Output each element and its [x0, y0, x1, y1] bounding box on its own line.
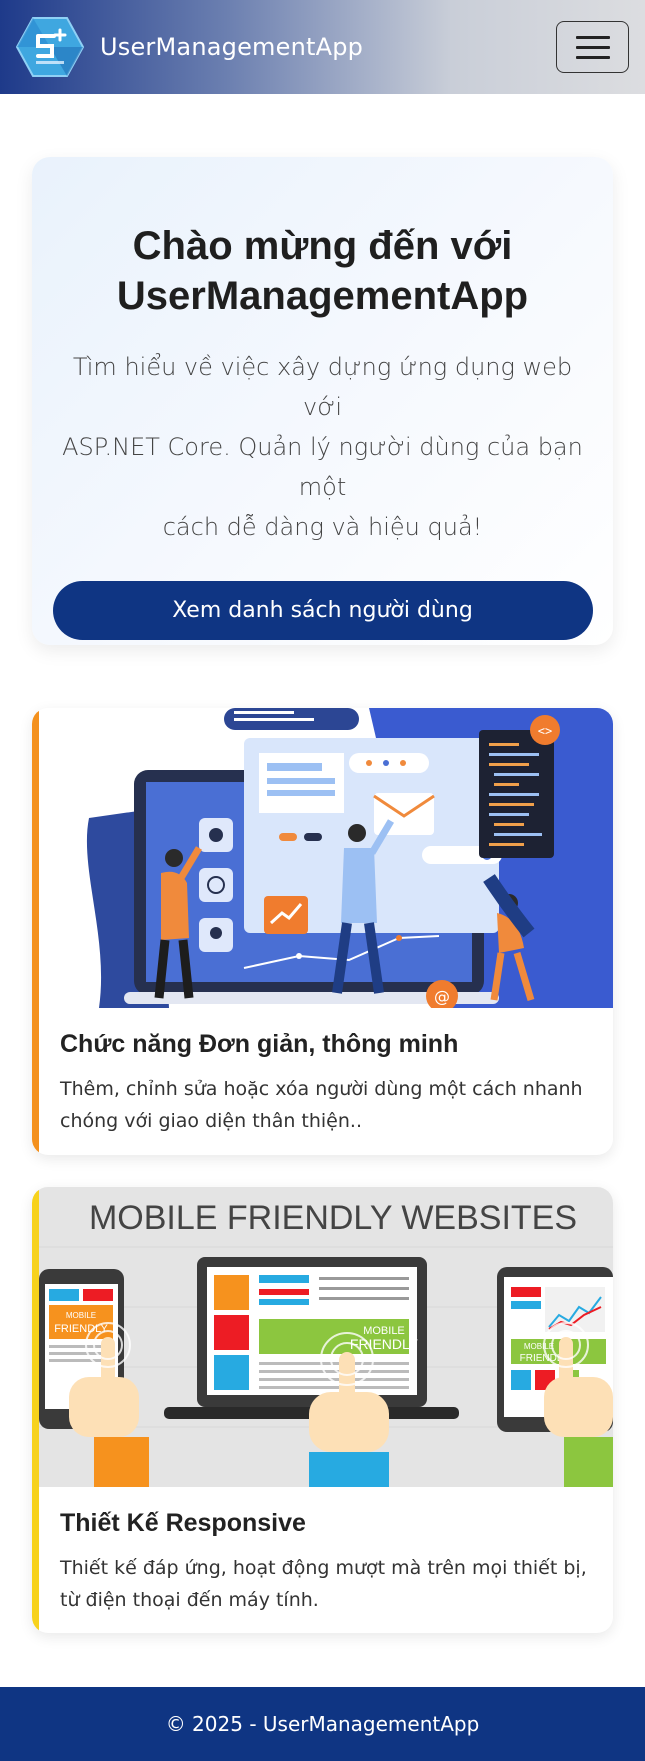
app-logo[interactable] [15, 16, 85, 78]
svg-text:@: @ [434, 987, 450, 1006]
footer: © 2025 - UserManagementApp [0, 1687, 645, 1761]
hero-title: Chào mừng đến với UserManagementApp [52, 221, 593, 321]
feature-card-responsive: MOBILE FRIENDLY WEBSITES MOBILE FRIENDLY [32, 1187, 613, 1633]
view-users-button[interactable]: Xem danh sách người dùng [52, 581, 593, 640]
hero-title-line1: Chào mừng đến với [132, 224, 513, 268]
web-app-illustration: <> @ [39, 708, 613, 1008]
navbar: UserManagementApp [0, 0, 645, 94]
menu-toggle-button[interactable] [556, 21, 629, 73]
svg-text:MOBILE: MOBILE [66, 1311, 96, 1320]
svg-text:<>: <> [538, 724, 552, 738]
hamburger-icon [575, 35, 610, 39]
mobile-friendly-illustration: MOBILE FRIENDLY WEBSITES MOBILE FRIENDLY [39, 1187, 613, 1487]
hero-card: Chào mừng đến với UserManagementApp Tìm … [32, 157, 613, 645]
card-accent-bar [32, 708, 39, 1155]
hero-description: Tìm hiểu về việc xây dựng ứng dụng web v… [62, 353, 583, 541]
feature-card-simple: <> @ Chức năng Đơn giản, thông minh Thêm… [32, 708, 613, 1155]
hero-title-line2: UserManagementApp [116, 274, 529, 318]
banner-heading: MOBILE FRIENDLY WEBSITES [89, 1199, 577, 1237]
feature-title: Chức năng Đơn giản, thông minh [60, 1030, 459, 1058]
card-accent-bar [32, 1187, 39, 1633]
svg-text:MOBILE: MOBILE [524, 1342, 554, 1351]
feature-description: Thiết kế đáp ứng, hoạt động mượt mà trên… [60, 1557, 587, 1611]
brand-name[interactable]: UserManagementApp [100, 33, 363, 61]
footer-copyright: © 2025 - UserManagementApp [165, 1712, 480, 1736]
feature-description: Thêm, chỉnh sửa hoặc xóa người dùng một … [60, 1078, 583, 1132]
feature-title: Thiết Kế Responsive [60, 1509, 306, 1537]
